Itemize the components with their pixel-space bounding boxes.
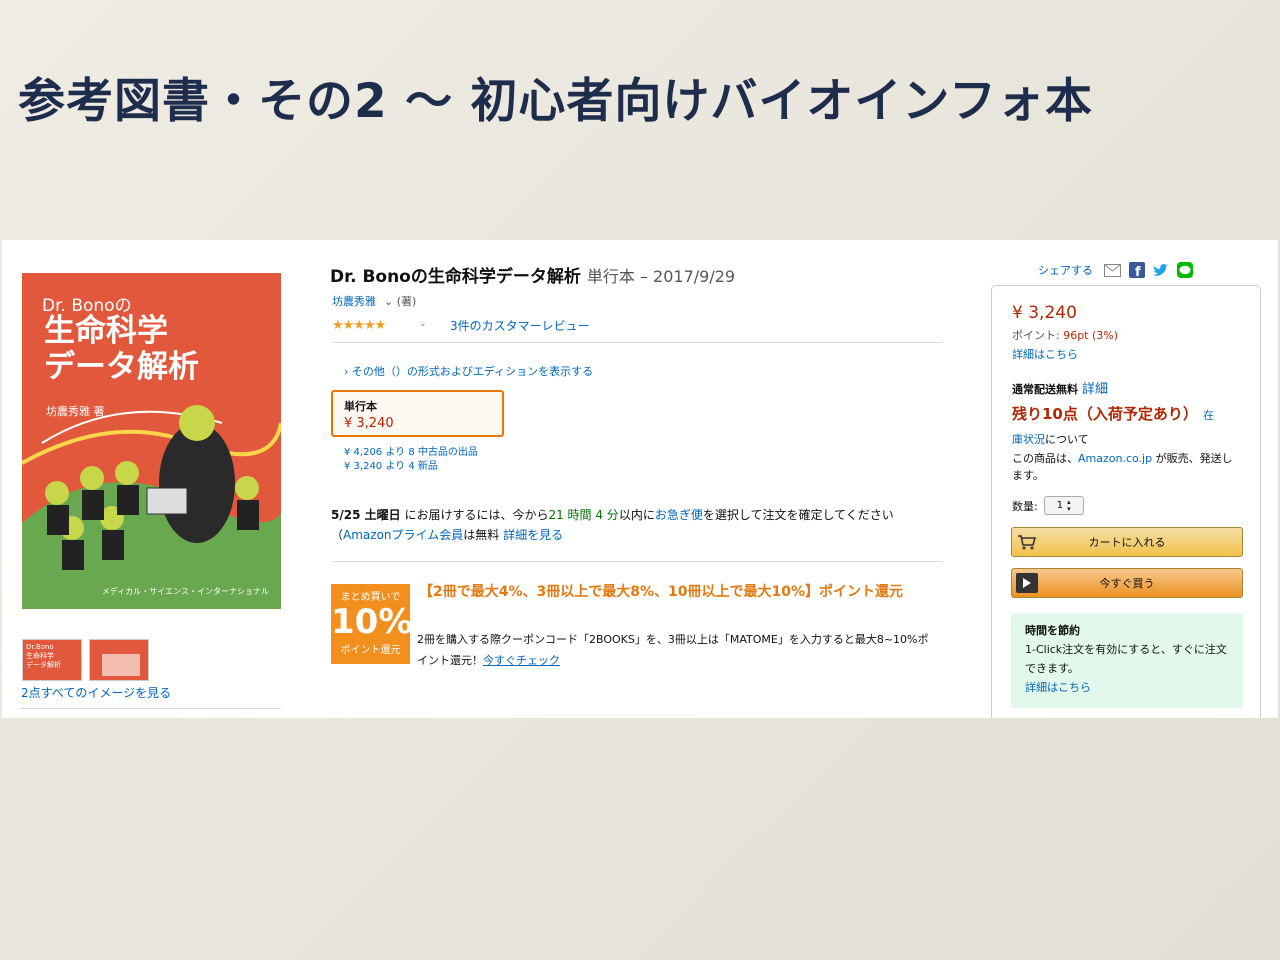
cart-icon — [1016, 532, 1038, 552]
thumbnail-back-cover — [102, 654, 140, 676]
buybox-price: ¥ 3,240 — [1012, 303, 1077, 323]
mail-icon[interactable] — [1104, 262, 1121, 279]
cover-publisher: メディカル・サイエンス・インターナショナル — [101, 587, 269, 596]
stock-link[interactable]: 庫状況 — [1012, 433, 1045, 446]
delivery-text: は無料 — [463, 528, 504, 542]
delivery-text: にお届けするには、今から — [400, 508, 549, 522]
line-icon[interactable] — [1176, 262, 1193, 279]
express-link[interactable]: お急ぎ便 — [655, 508, 703, 522]
format-label: 単行本 — [344, 400, 377, 413]
cover-author: 坊農秀雅 著 — [46, 405, 105, 418]
delivery-date: 5/25 土曜日 — [331, 508, 401, 522]
quantity-row: 数量: 1 ▴ ▾ — [1012, 496, 1084, 515]
promo-description: 2冊を購入する際クーポンコード「2BOOKS」を、3冊以上は「MATOME」を入… — [417, 629, 937, 671]
book-cover-image[interactable]: Dr. Bonoの 生命科学 データ解析 坊農秀雅 著 メディカル・サイエンス・… — [22, 273, 281, 609]
oneclick-detail-link[interactable]: 詳細はこちら — [1025, 678, 1229, 697]
buy-now-label: 今すぐ買う — [1099, 577, 1155, 590]
author-link[interactable]: 坊農秀雅 — [332, 295, 376, 308]
product-title-row: Dr. Bonoの生命科学データ解析 単行本 – 2017/9/29 — [330, 262, 735, 287]
promo-badge-number: 10% — [331, 602, 413, 642]
slide-title: 参考図書・その2 〜 初心者向けバイオインフォ本 — [18, 74, 1094, 129]
delivery-countdown: 21 時間 4 分 — [548, 508, 619, 522]
promo-badge-bottom: ポイント還元 — [340, 645, 401, 656]
editions-link[interactable]: › その他（）の形式およびエディションを表示する — [344, 363, 593, 379]
seller-info: この商品は、Amazon.co.jp が販売、発送します。 — [1012, 450, 1242, 484]
share-row: シェアする f — [1038, 260, 1193, 280]
divider — [332, 342, 943, 343]
promo-headline: 【2冊で最大4%、3冊以上で最大8%、10冊以上で最大10%】ポイント還元 — [419, 584, 904, 600]
cover-title: 生命科学 データ解析 — [44, 313, 199, 385]
oneclick-panel: 時間を節約 1-Click注文を有効にすると、すぐに注文できます。 詳細はこちら — [1011, 613, 1243, 708]
prime-link[interactable]: Amazonプライム会員 — [343, 528, 463, 542]
format-selector-paperback[interactable]: 単行本 ¥ 3,240 — [331, 390, 504, 437]
quantity-label: 数量: — [1012, 499, 1038, 513]
delivery-text: 以内に — [618, 508, 655, 522]
buybox-points: ポイント: 96pt (3%) — [1012, 327, 1118, 343]
divider — [21, 708, 281, 709]
product-meta: 単行本 – 2017/9/29 — [586, 267, 736, 286]
stock-cont-text: について — [1045, 433, 1089, 446]
divider — [332, 561, 943, 562]
stock-status: 残り10点（入荷予定あり） 在 — [1012, 404, 1247, 426]
thumbnail-text: Dr.Bono 生命科学 データ解析 — [26, 643, 61, 669]
star-rating[interactable]: ★★★★★ — [332, 318, 386, 333]
quantity-select[interactable]: 1 ▴ ▾ — [1043, 496, 1084, 515]
updown-icon: ▴ ▾ — [1067, 497, 1071, 513]
chevron-down-icon[interactable]: ⌄ — [419, 319, 427, 329]
delivery-message: 5/25 土曜日 にお届けするには、今から21 時間 4 分以内にお急ぎ便を選択… — [331, 505, 943, 545]
offers-links[interactable]: ¥ 4,206 より 8 中古品の出品 ¥ 3,240 より 4 新品 — [344, 446, 478, 474]
add-to-cart-label: カートに入れる — [1088, 536, 1166, 549]
share-label: シェアする — [1038, 264, 1093, 277]
all-images-link[interactable]: 2点すべてのイメージを見る — [21, 684, 171, 701]
svg-text:f: f — [1135, 265, 1141, 278]
format-price: ¥ 3,240 — [344, 416, 394, 431]
facebook-icon[interactable]: f — [1128, 262, 1145, 279]
shipping-label: 通常配送無料 — [1012, 383, 1078, 396]
stock-link[interactable]: 在 — [1203, 409, 1214, 422]
play-icon — [1016, 573, 1038, 593]
add-to-cart-button[interactable]: カートに入れる — [1011, 527, 1243, 557]
quantity-value: 1 — [1056, 500, 1064, 511]
delivery-detail-link[interactable]: 詳細を見る — [503, 528, 563, 542]
buy-now-button[interactable]: 今すぐ買う — [1011, 568, 1243, 598]
author-role[interactable]: ⌄ (著) — [384, 295, 416, 308]
seller-text: この商品は、 — [1012, 452, 1078, 465]
promo-badge: まとめ買いで 10% ポイント還元 — [331, 584, 413, 664]
thumbnail-2[interactable] — [89, 639, 149, 681]
oneclick-text: 1-Click注文を有効にすると、すぐに注文できます。 — [1025, 643, 1227, 675]
product-title: Dr. Bonoの生命科学データ解析 — [330, 267, 581, 287]
amazon-product-screenshot: Dr. Bonoの 生命科学 データ解析 坊農秀雅 著 メディカル・サイエンス・… — [2, 240, 1278, 718]
points-value: 96pt (3%) — [1063, 329, 1119, 342]
points-detail-link[interactable]: 詳細はこちら — [1012, 346, 1078, 362]
seller-link[interactable]: Amazon.co.jp — [1078, 452, 1152, 465]
stock-status-cont: 庫状況について — [1012, 431, 1089, 447]
shipping-detail-link[interactable]: 詳細 — [1082, 382, 1108, 397]
points-label: ポイント: — [1012, 329, 1064, 342]
reviews-link[interactable]: 3件のカスタマーレビュー — [450, 317, 590, 334]
buy-box: ¥ 3,240 ポイント: 96pt (3%) 詳細はこちら 通常配送無料 詳細 … — [991, 285, 1261, 718]
oneclick-title: 時間を節約 — [1025, 624, 1080, 637]
promo-badge-top: まとめ買いで — [340, 592, 401, 603]
stock-text: 残り10点（入荷予定あり） — [1012, 405, 1198, 423]
twitter-icon[interactable] — [1152, 262, 1169, 279]
shipping-info: 通常配送無料 詳細 — [1012, 378, 1108, 397]
thumbnail-1[interactable]: Dr.Bono 生命科学 データ解析 — [22, 639, 82, 681]
promo-check-link[interactable]: 今すぐチェック — [483, 654, 560, 667]
author-row: 坊農秀雅 ⌄ (著) — [332, 293, 416, 309]
